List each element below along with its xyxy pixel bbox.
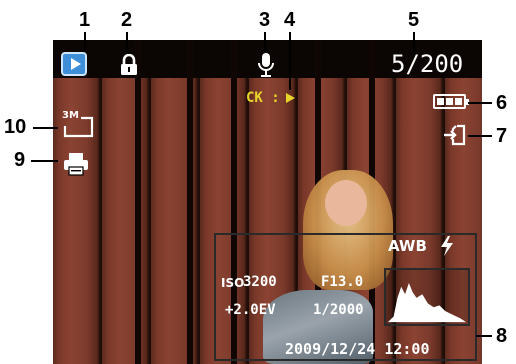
battery-icon	[433, 94, 469, 109]
callout-10: 10	[4, 116, 27, 138]
callout-6: 6	[496, 92, 508, 114]
printer-icon	[64, 153, 88, 176]
iso-badge: ISO	[221, 276, 245, 290]
leader-line-3	[264, 32, 266, 52]
leader-line-8	[476, 335, 492, 337]
date-time-stamp: 2009/12/24 12:00	[285, 340, 430, 358]
battery-bar	[446, 98, 453, 105]
battery-bar	[437, 98, 444, 105]
callout-4: 4	[284, 9, 296, 31]
play-icon	[61, 52, 87, 76]
exposure-compensation-value: +2.0EV	[225, 302, 276, 318]
leader-line-1	[84, 32, 86, 52]
callout-3: 3	[259, 9, 271, 31]
flash-icon	[441, 236, 453, 256]
fence-gap	[135, 40, 141, 364]
callout-9: 9	[14, 149, 26, 171]
histogram-icon	[384, 268, 470, 326]
leader-line-10	[33, 127, 58, 129]
callout-7: 7	[496, 125, 508, 147]
lock-icon	[121, 54, 137, 75]
iso-value: 3200	[243, 274, 277, 290]
aperture-value: F13.0	[321, 274, 364, 290]
microphone-icon	[258, 53, 274, 77]
fence-gap	[187, 40, 193, 364]
leader-line-5	[413, 32, 415, 54]
frame-counter: 5/200	[391, 50, 464, 78]
ck-label: CK :	[246, 90, 280, 106]
battery-bar	[455, 98, 462, 105]
leader-line-6	[468, 102, 492, 104]
ck-play-arrow-icon	[286, 93, 295, 103]
white-balance-label: AWB	[388, 237, 427, 255]
image-size-label: 3M	[62, 110, 79, 121]
callout-8: 8	[496, 325, 508, 347]
leader-line-7	[468, 135, 492, 137]
image-size-icon: 3M	[61, 110, 95, 138]
leader-line-2	[126, 32, 128, 52]
leader-line-4	[289, 32, 291, 90]
callout-2: 2	[121, 9, 133, 31]
callout-1: 1	[79, 9, 91, 31]
callout-5: 5	[408, 9, 420, 31]
memory-card-icon	[444, 124, 466, 146]
camera-lcd-screen: CK : 5/200 3M AWB ISO 3200 F13.0 +2.0EV …	[53, 40, 482, 364]
photo-subject-face	[325, 180, 367, 226]
shutter-speed-value: 1/2000	[313, 302, 364, 318]
leader-line-9	[31, 160, 58, 162]
